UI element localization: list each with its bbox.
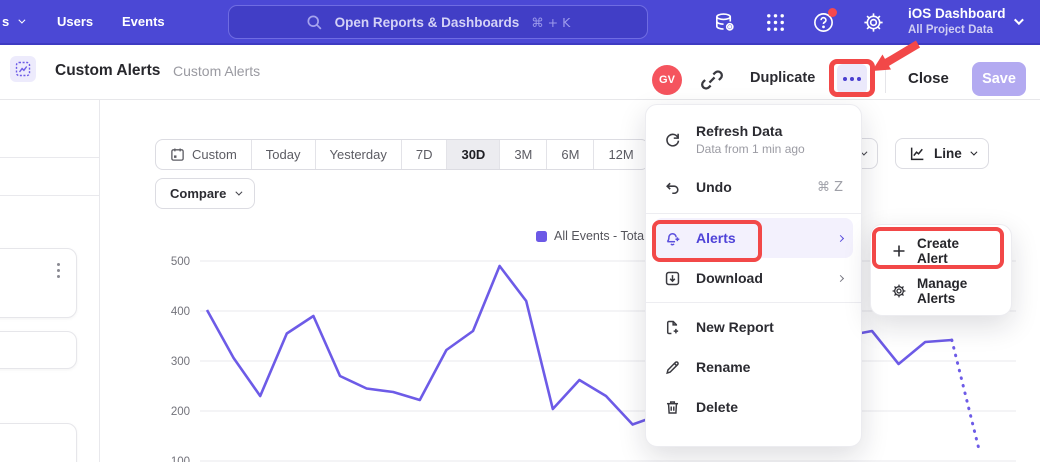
chevron-down-icon xyxy=(236,189,243,196)
sidebar-row[interactable] xyxy=(0,158,99,196)
menu-item-label: Refresh Data xyxy=(696,123,782,139)
copy-link-icon[interactable] xyxy=(700,68,724,92)
project-selector[interactable]: iOS Dashboard All Project Data xyxy=(908,5,1006,38)
calendar-icon xyxy=(170,147,185,162)
menu-divider xyxy=(646,213,861,214)
undo-icon xyxy=(664,179,681,196)
project-name: iOS Dashboard xyxy=(908,5,1006,23)
range-today[interactable]: Today xyxy=(251,140,315,169)
refresh-icon xyxy=(664,131,681,148)
chevron-down-icon xyxy=(19,17,26,24)
duplicate-button[interactable]: Duplicate xyxy=(750,70,815,86)
global-search-input[interactable]: Open Reports & Dashboards ⌘ + K xyxy=(228,5,648,39)
bell-plus-icon xyxy=(664,230,681,247)
nav-partial-label: s xyxy=(2,14,9,29)
range-yesterday[interactable]: Yesterday xyxy=(315,140,401,169)
help-icon[interactable] xyxy=(812,11,835,34)
sidebar-card[interactable] xyxy=(0,331,77,369)
menu-item-new-report[interactable]: New Report xyxy=(646,307,861,347)
menu-item-label: Download xyxy=(696,270,763,286)
chart-icon xyxy=(15,61,31,77)
range-30d-selected[interactable]: 30D xyxy=(446,140,499,169)
submenu-item-label: Create Alert xyxy=(917,236,991,266)
chevron-right-icon xyxy=(837,234,844,241)
alerts-submenu: Create Alert Manage Alerts xyxy=(870,224,1012,316)
close-button[interactable]: Close xyxy=(908,70,949,87)
menu-item-refresh-data[interactable]: Refresh Data Data from 1 min ago xyxy=(646,113,861,165)
submenu-item-create-alert[interactable]: Create Alert xyxy=(871,231,1011,271)
avatar[interactable]: GV xyxy=(652,65,682,95)
sidebar-card[interactable] xyxy=(0,423,77,462)
menu-item-alerts[interactable]: Alerts xyxy=(654,218,853,258)
breadcrumb: Custom Alerts xyxy=(173,63,260,79)
chevron-down-icon xyxy=(1014,15,1024,25)
submenu-item-label: Manage Alerts xyxy=(917,276,991,306)
gear-icon xyxy=(891,283,907,299)
range-custom[interactable]: Custom xyxy=(156,140,251,169)
menu-divider xyxy=(646,302,861,303)
range-12m[interactable]: 12M xyxy=(593,140,647,169)
search-placeholder: Open Reports & Dashboards xyxy=(335,15,520,30)
menu-item-label: New Report xyxy=(696,319,774,335)
more-options-button[interactable] xyxy=(837,64,867,94)
menu-item-label: Delete xyxy=(696,399,738,415)
notification-badge xyxy=(828,8,837,17)
save-button[interactable]: Save xyxy=(972,62,1026,96)
new-report-icon xyxy=(664,319,681,336)
nav-item-users[interactable]: Users xyxy=(57,14,93,29)
menu-item-undo[interactable]: Undo ⌘ Z xyxy=(646,165,861,209)
chevron-down-icon xyxy=(970,149,977,156)
sidebar-card[interactable] xyxy=(0,248,77,318)
range-7d[interactable]: 7D xyxy=(401,140,447,169)
toolbar-divider xyxy=(885,65,886,93)
range-3m[interactable]: 3M xyxy=(499,140,546,169)
top-navbar: s Users Events Open Reports & Dashboards… xyxy=(0,0,1040,45)
menu-item-shortcut: ⌘ Z xyxy=(817,180,843,195)
menu-item-delete[interactable]: Delete xyxy=(646,387,861,427)
chart-legend: All Events - Total xyxy=(536,229,647,243)
search-icon xyxy=(306,14,323,31)
submenu-item-manage-alerts[interactable]: Manage Alerts xyxy=(871,271,1011,311)
page-title: Custom Alerts xyxy=(55,62,160,80)
line-chart-icon xyxy=(909,145,926,162)
range-6m[interactable]: 6M xyxy=(546,140,593,169)
more-options-menu: Refresh Data Data from 1 min ago Undo ⌘ … xyxy=(645,104,862,447)
settings-gear-icon[interactable] xyxy=(862,11,885,34)
left-sidebar xyxy=(0,100,100,462)
chart-type-button[interactable]: Line xyxy=(895,138,989,169)
nav-item-partial[interactable]: s xyxy=(2,14,23,29)
menu-item-label: Rename xyxy=(696,359,750,375)
menu-item-label: Alerts xyxy=(696,230,736,246)
pencil-icon xyxy=(664,359,681,376)
kebab-menu-icon[interactable] xyxy=(57,263,60,278)
plus-icon xyxy=(891,243,907,259)
report-type-chip xyxy=(10,56,36,82)
menu-item-sublabel: Data from 1 min ago xyxy=(696,142,805,156)
menu-item-label: Undo xyxy=(696,179,732,195)
nav-item-events[interactable]: Events xyxy=(122,14,165,29)
menu-item-rename[interactable]: Rename xyxy=(646,347,861,387)
report-toolbar: Custom Alerts Custom Alerts GV Duplicate… xyxy=(0,45,1040,100)
search-shortcut: ⌘ + K xyxy=(531,15,570,30)
compare-button[interactable]: Compare xyxy=(155,178,255,209)
project-scope: All Project Data xyxy=(908,23,1006,38)
apps-grid-icon[interactable] xyxy=(764,11,787,34)
legend-swatch xyxy=(536,231,547,242)
chevron-right-icon xyxy=(837,274,844,281)
trash-icon xyxy=(664,399,681,416)
download-icon xyxy=(664,270,681,287)
legend-label: All Events - Total xyxy=(554,229,647,243)
menu-item-download[interactable]: Download xyxy=(646,258,861,298)
data-management-icon[interactable] xyxy=(713,11,736,34)
date-range-segmented-control: Custom Today Yesterday 7D 30D 3M 6M 12M xyxy=(155,139,649,170)
sidebar-row[interactable] xyxy=(0,100,99,158)
